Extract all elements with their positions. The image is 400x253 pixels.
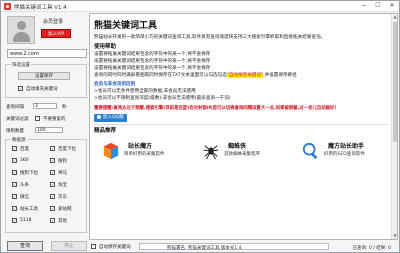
app-logo-icon [4, 3, 11, 10]
help-suffix: ,并设置保存路径 [263, 73, 297, 78]
count-spinner[interactable]: 100 [35, 127, 63, 133]
help-line-autosave: 查询的同时同时满屏看图再同时保存在TXT文本里面可以勾选勾选"自动保存关键词",… [94, 72, 389, 79]
count-label: 限制数量 [6, 129, 24, 134]
source-checkbox[interactable]: ✓ [12, 146, 17, 151]
source-label: 其他 [58, 219, 67, 224]
help-line: 设置要拓展关键词结果包含的字符中的某一个,将不会保存 [94, 52, 211, 57]
title-bar: 熊猫关键词工具 V1.4 — ☐ ✕ [1, 1, 399, 12]
source-checkbox[interactable]: ✓ [50, 218, 55, 223]
help-heading: 使用帮助 [94, 44, 117, 50]
card-zhanzhang-mofang[interactable]: 站长魔方 简单好用的采集软件 [98, 137, 186, 173]
filter-checkbox[interactable] [35, 116, 40, 121]
card-mofang-assistant[interactable]: 魔方站长助手 好用的SEO查询软件 [298, 137, 386, 173]
source-checkbox[interactable]: ✓ [50, 194, 55, 199]
source-checkbox[interactable]: ✓ [50, 146, 55, 151]
help-prefix: 查询的同时同时满屏看图再同时保存在TXT文本里面可以勾选勾选 [94, 73, 227, 78]
keyword-input[interactable]: www.2.com [7, 49, 87, 58]
settings-group-title: 筛选设置 [11, 62, 31, 68]
minimize-button[interactable]: — [357, 1, 371, 11]
recommend-heading: 精品推荐 [94, 128, 117, 134]
source-label: 淘宝 [58, 183, 67, 188]
help-line: 设置要拓展关键词结果包含的字符中的某一个,将不会保存 [94, 59, 211, 64]
settings-group: 筛选设置 设置保存 ✓ 自动填充关键词 [5, 62, 87, 98]
source-label: 5118 [20, 218, 32, 223]
card-name: 蜘蛛侠 [228, 143, 247, 150]
source-checkbox[interactable]: ✓ [50, 170, 55, 175]
source-label: 爱站网 [58, 207, 72, 212]
auto-fill-label: 自动填充关键词 [26, 87, 58, 92]
source-label: 微信 [20, 195, 29, 200]
query-button[interactable]: 查询 [7, 241, 43, 251]
scroll-thumb[interactable] [393, 22, 397, 142]
source-label: 头条 [20, 183, 29, 188]
stop-button[interactable]: 停止 [51, 241, 87, 251]
status-bar: 熊猫署名: 熊猫关键词工具 版本号1.4 已查询: 0 / 结果: 0 [89, 245, 399, 253]
cube-logo-icon [103, 142, 119, 160]
left-panel: 会员登录 加入VIP www.2.com 筛选设置 设置保存 ✓ 自动填充关键词… [3, 13, 89, 252]
source-label: 站长工具 [20, 207, 38, 212]
content-area: 熊猫关键词工具 熊猫站长开发的一款简单小巧的关键词查询工具,软件具有查询速度快支… [94, 16, 389, 238]
close-button[interactable]: ✕ [385, 1, 399, 11]
source-label: 京东 [58, 195, 67, 200]
vip-heading: 会员与非会员的区别 [94, 82, 136, 87]
status-counts: 已查询: 0 / 结果: 0 [352, 246, 392, 251]
window-title: 熊猫关键词工具 V1.4 [14, 5, 67, 11]
source-label: 神马 [58, 171, 67, 176]
status-text: 熊猫署名: 熊猫关键词工具 版本号1.4 [167, 246, 242, 251]
join-vip-button[interactable]: 加入VIP [41, 29, 71, 38]
source-label: 百度下拉 [58, 147, 76, 152]
save-settings-button[interactable]: 设置保存 [18, 72, 70, 80]
vip-line: >会员可以无条件使用全部的数据,非会员无法使用 [94, 89, 196, 94]
warning-text: 重要提醒:查询太过于频繁,搜索引擎(目前是百度)会对封锁IP,您可以切换查询间隔… [94, 106, 337, 111]
source-checkbox[interactable]: ✓ [12, 206, 17, 211]
card-name: 站长魔方 [128, 143, 153, 150]
qq-label: 加入QQ群 [103, 115, 124, 120]
source-checkbox[interactable]: ✓ [12, 158, 17, 163]
interval-label: 查询间隔 [6, 105, 24, 110]
source-checkbox[interactable]: ✓ [12, 182, 17, 187]
interval-unit: 秒 [62, 105, 67, 110]
card-name: 魔方站长助手 [328, 143, 365, 150]
vertical-scrollbar[interactable]: ▲ ▼ [391, 14, 397, 239]
source-checkbox[interactable]: ✓ [50, 182, 55, 187]
autosave-highlight: "自动保存关键词" [226, 73, 264, 78]
interval-spinner[interactable]: 3 [33, 103, 57, 109]
scroll-up-icon[interactable]: ▲ [392, 14, 398, 20]
auto-fill-checkbox[interactable]: ✓ [18, 86, 23, 91]
maximize-button[interactable]: ☐ [371, 1, 385, 11]
source-checkbox[interactable]: ✓ [12, 218, 17, 223]
product-cards: 站长魔方 简单好用的采集软件 蜘蛛侠 首款蜘蛛采集程序 魔方站长助手 好用的SE… [94, 137, 389, 177]
card-desc: 好用的SEO查询软件 [324, 152, 365, 157]
source-label: 360 [20, 158, 29, 163]
magnifier-logo-icon [302, 142, 318, 160]
source-label: 搜狗 [58, 159, 67, 164]
app-window: 熊猫关键词工具 V1.4 — ☐ ✕ 会员登录 加入VIP www.2.com … [0, 0, 400, 253]
vip-line: >会员可以不限制查询深度(级数),非会员无法使用(最多查询一千词) [94, 96, 231, 101]
login-label[interactable]: 会员登录 [43, 18, 63, 25]
source-checkbox[interactable]: ✓ [50, 206, 55, 211]
qq-icon [97, 114, 101, 119]
sources-group-title: 数据源 [11, 137, 27, 143]
page-title: 熊猫关键词工具 [94, 21, 158, 31]
content-panel: 熊猫关键词工具 熊猫站长开发的一款简单小巧的关键词查询工具,软件具有查询速度快支… [89, 13, 398, 240]
divider [94, 124, 389, 125]
filter-option-label: 不要重复的 [43, 117, 66, 122]
avatar[interactable] [7, 16, 35, 44]
help-line: 设置要拓展关键词结果包含的字符中的某一个,将不会保存 [94, 66, 211, 71]
source-checkbox[interactable]: ✓ [12, 170, 17, 175]
spider-logo-icon [203, 145, 219, 160]
scroll-down-icon[interactable]: ▼ [392, 233, 398, 239]
card-desc: 首款蜘蛛采集程序 [224, 152, 260, 157]
sources-group: 数据源 ✓ 百度 ✓ 百度下拉 ✓ 360 ✓ 搜狗 ✓ 搜狗下拉 ✓ 神马 ✓ 头条 ✓ 淘宝 ✓ 微信 ✓ 京东 ✓… [5, 137, 87, 233]
card-spider[interactable]: 蜘蛛侠 首款蜘蛛采集程序 [198, 137, 286, 173]
source-checkbox[interactable]: ✓ [50, 158, 55, 163]
card-desc: 简单好用的采集软件 [124, 152, 165, 157]
source-label: 百度 [20, 147, 29, 152]
source-label: 搜狗下拉 [20, 171, 38, 176]
join-qq-button[interactable]: 加入QQ群 [94, 114, 127, 122]
source-checkbox[interactable]: ✓ [12, 194, 17, 199]
filter-label: 关键词过滤 [6, 117, 29, 122]
intro-text: 熊猫站长开发的一款简单小巧的关键词查询工具,软件具有查询速度快支持三大搜索引擎抓… [94, 35, 326, 40]
